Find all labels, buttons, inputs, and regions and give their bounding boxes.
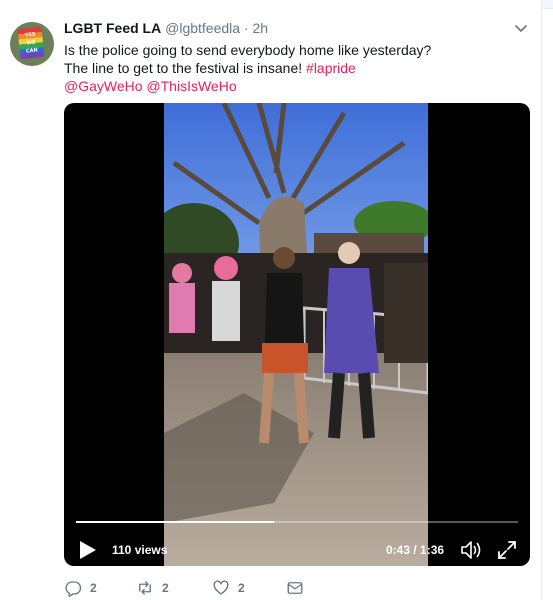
like-icon	[213, 580, 229, 595]
fullscreen-icon[interactable]	[496, 539, 518, 561]
tweet-actions: 2 2 2	[64, 578, 524, 598]
reply-count: 2	[90, 581, 97, 595]
view-count: 110 views	[112, 543, 168, 557]
author-name[interactable]: LGBT Feed LA	[64, 20, 161, 36]
avatar-sign-line: YES	[24, 31, 36, 39]
like-button[interactable]: 2	[212, 578, 245, 598]
tweet-text-line: The line to get to the festival is insan…	[64, 59, 514, 77]
retweet-count: 2	[162, 581, 169, 595]
video-frame	[164, 103, 428, 566]
reply-button[interactable]: 2	[64, 578, 97, 598]
volume-icon[interactable]	[460, 539, 484, 561]
avatar-sign-line: CAN	[25, 47, 38, 55]
separator-dot: ·	[243, 20, 249, 36]
video-progress-fill	[76, 521, 275, 523]
hashtag-link[interactable]: #lapride	[306, 60, 356, 76]
video-progress-bar[interactable]	[76, 521, 518, 523]
caret-down-icon[interactable]	[513, 20, 529, 36]
play-icon[interactable]	[76, 539, 98, 561]
avatar-sign-image: YES WE CAN	[17, 26, 45, 60]
video-timecode: 0:43 / 1:36	[386, 543, 445, 557]
retweet-icon	[139, 581, 151, 595]
tweet-timestamp[interactable]: 2h	[253, 20, 269, 36]
tweet-text-line: Is the police going to send everybody ho…	[64, 42, 432, 58]
message-icon	[287, 582, 303, 594]
tweet[interactable]: YES WE CAN LGBT Feed LA @lgbtfeedla · 2h…	[0, 0, 542, 600]
direct-message-button[interactable]	[286, 578, 304, 598]
avatar-sign-line: WE	[26, 39, 36, 47]
mention-link[interactable]: @ThisIsWeHo	[146, 78, 236, 94]
tweet-header: LGBT Feed LA @lgbtfeedla · 2h	[64, 20, 268, 36]
video-player[interactable]: 110 views 0:43 / 1:36	[64, 103, 530, 566]
like-count: 2	[238, 581, 245, 595]
retweet-button[interactable]: 2	[136, 578, 169, 598]
tweet-text: Is the police going to send everybody ho…	[64, 41, 514, 95]
author-handle[interactable]: @lgbtfeedla	[165, 20, 240, 36]
avatar[interactable]: YES WE CAN	[10, 22, 54, 66]
tweet-text-line: @GayWeHo @ThisIsWeHo	[64, 77, 514, 95]
mention-link[interactable]: @GayWeHo	[64, 78, 143, 94]
reply-icon	[65, 581, 82, 597]
tweet-text-segment: The line to get to the festival is insan…	[64, 60, 307, 76]
